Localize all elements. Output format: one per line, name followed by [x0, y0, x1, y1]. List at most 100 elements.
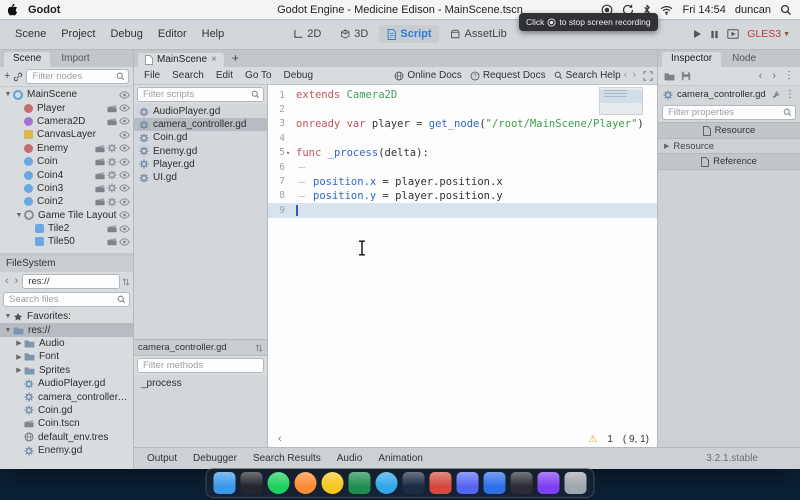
- script-list-item[interactable]: camera_controller.gd: [134, 118, 267, 132]
- scene-dock-tab-import[interactable]: Import: [52, 52, 98, 67]
- scene-badge-icon[interactable]: [95, 171, 105, 180]
- dock-app-icon-2[interactable]: [240, 472, 263, 494]
- code-line[interactable]: 4: [268, 131, 657, 145]
- scene-tree-node[interactable]: Coin3: [0, 182, 133, 195]
- line-number[interactable]: 6: [268, 162, 294, 173]
- script-menu-search[interactable]: Search: [166, 68, 210, 83]
- filesystem-item[interactable]: AudioPlayer.gd: [0, 377, 133, 390]
- line-number[interactable]: 3: [268, 118, 294, 129]
- scene-tree-node[interactable]: CanvasLayer: [0, 128, 133, 141]
- visibility-eye-icon[interactable]: [119, 117, 130, 126]
- scene-tree-node[interactable]: Coin2: [0, 195, 133, 208]
- filesystem-item[interactable]: ▼ Favorites:: [0, 310, 133, 323]
- visibility-eye-icon[interactable]: [119, 91, 130, 99]
- filesystem-item[interactable]: Enemy.gd: [0, 444, 133, 457]
- bottom-panel-search-results[interactable]: Search Results: [246, 451, 328, 466]
- code-line[interactable]: 8 position.y = player.position.y: [268, 189, 657, 203]
- script-menu-go-to[interactable]: Go To: [239, 68, 278, 83]
- bottom-panel-animation[interactable]: Animation: [371, 451, 429, 466]
- filter-methods-input[interactable]: [141, 359, 260, 372]
- distraction-free-icon[interactable]: [643, 70, 653, 81]
- dock-app-icon-3[interactable]: [267, 472, 290, 494]
- script-list-item[interactable]: Enemy.gd: [134, 145, 267, 158]
- request-docs-button[interactable]: ? Request Docs: [470, 70, 546, 81]
- scene-badge-icon[interactable]: [107, 224, 117, 233]
- code-editor[interactable]: 1 extends Camera2D 2 3 onready var player = …: [268, 85, 657, 448]
- visibility-eye-icon[interactable]: [119, 131, 130, 139]
- script-history-back-icon[interactable]: ‹: [622, 70, 630, 81]
- filesystem-item[interactable]: Coin.tscn: [0, 417, 133, 430]
- visibility-eye-icon[interactable]: [119, 171, 130, 179]
- workspace-script[interactable]: Script: [379, 25, 440, 43]
- sort-methods-icon[interactable]: [255, 343, 263, 353]
- play-scene-button[interactable]: [727, 29, 739, 39]
- search-help-button[interactable]: Search Help: [554, 70, 621, 81]
- visibility-eye-icon[interactable]: [119, 211, 130, 219]
- script-list-item[interactable]: AudioPlayer.gd: [134, 105, 267, 118]
- script-list-item[interactable]: Player.gd: [134, 158, 267, 171]
- filesystem-item[interactable]: ▶ Sprites: [0, 364, 133, 377]
- script-menu-edit[interactable]: Edit: [210, 68, 239, 83]
- code-minimap[interactable]: [599, 87, 643, 115]
- filesystem-item[interactable]: ▶ Audio: [0, 337, 133, 350]
- instance-scene-button[interactable]: [13, 72, 23, 82]
- script-badge-icon[interactable]: [107, 143, 117, 153]
- scene-badge-icon[interactable]: [107, 237, 117, 246]
- code-line[interactable]: 6: [268, 160, 657, 174]
- warning-icon[interactable]: ⚠: [588, 434, 597, 445]
- open-resource-icon[interactable]: [664, 72, 675, 81]
- visibility-eye-icon[interactable]: [119, 158, 130, 166]
- script-history-forward-icon[interactable]: ›: [630, 70, 638, 81]
- resource-path-box[interactable]: [22, 274, 120, 289]
- code-line[interactable]: 7 position.x = player.position.x: [268, 174, 657, 188]
- expand-arrow-icon[interactable]: ▶: [14, 339, 24, 347]
- scene-badge-icon[interactable]: [95, 157, 105, 166]
- script-badge-icon[interactable]: [107, 183, 117, 193]
- inspector-forward-icon[interactable]: ›: [770, 70, 778, 82]
- visibility-eye-icon[interactable]: [119, 144, 130, 152]
- dock-app-icon-11[interactable]: [483, 472, 506, 494]
- expand-arrow-icon[interactable]: ▼: [3, 313, 13, 320]
- expand-arrow-icon[interactable]: ▶: [14, 366, 24, 374]
- dock-app-icon-8[interactable]: [402, 472, 425, 494]
- menu-debug[interactable]: Debug: [103, 25, 149, 43]
- scene-badge-icon[interactable]: [107, 117, 117, 126]
- wifi-icon[interactable]: [660, 5, 673, 15]
- scene-tree-node[interactable]: Camera2D: [0, 115, 133, 128]
- dock-app-icon-1[interactable]: [213, 472, 236, 494]
- line-number[interactable]: 2: [268, 104, 294, 115]
- script-menu-debug[interactable]: Debug: [278, 68, 319, 83]
- scene-tree-node[interactable]: Player: [0, 101, 133, 114]
- line-number[interactable]: 7: [268, 176, 294, 187]
- inspector-section-resource[interactable]: Resource: [658, 122, 800, 139]
- visibility-eye-icon[interactable]: [119, 104, 130, 112]
- new-tab-button[interactable]: +: [226, 51, 245, 67]
- dock-app-icon-13[interactable]: [537, 472, 560, 494]
- filesystem-item[interactable]: default_env.tres: [0, 431, 133, 444]
- dock-app-icon-5[interactable]: [321, 472, 344, 494]
- collapse-scripts-panel-icon[interactable]: ‹: [276, 433, 284, 445]
- scene-tree-node[interactable]: ▼ Game Tile Layout: [0, 209, 133, 222]
- script-menu-file[interactable]: File: [138, 68, 166, 83]
- script-badge-icon[interactable]: [107, 157, 117, 167]
- bottom-panel-output[interactable]: Output: [140, 451, 184, 466]
- scene-badge-icon[interactable]: [95, 184, 105, 193]
- tools-icon[interactable]: [772, 90, 781, 99]
- menu-scene[interactable]: Scene: [8, 25, 53, 43]
- apple-menu-icon[interactable]: [8, 3, 18, 16]
- resource-path-input[interactable]: [26, 275, 116, 288]
- filesystem-item[interactable]: ▶ Font: [0, 350, 133, 363]
- line-number[interactable]: 5 ▾: [268, 147, 294, 158]
- scene-tree-node[interactable]: Enemy: [0, 142, 133, 155]
- search-files-input[interactable]: [7, 293, 117, 306]
- inspected-object-row[interactable]: camera_controller.gd ⋮: [658, 86, 800, 103]
- workspace-3d[interactable]: 3D: [332, 25, 376, 43]
- filter-scripts-box[interactable]: [137, 87, 264, 102]
- dock-app-icon-4[interactable]: [294, 472, 317, 494]
- dock-app-icon-7[interactable]: [375, 472, 398, 494]
- spotlight-search-icon[interactable]: [780, 4, 792, 16]
- save-resource-icon[interactable]: [681, 71, 691, 81]
- dock-app-icon-10[interactable]: [456, 472, 479, 494]
- scene-tree-node[interactable]: Coin4: [0, 168, 133, 181]
- filter-scripts-input[interactable]: [141, 88, 251, 101]
